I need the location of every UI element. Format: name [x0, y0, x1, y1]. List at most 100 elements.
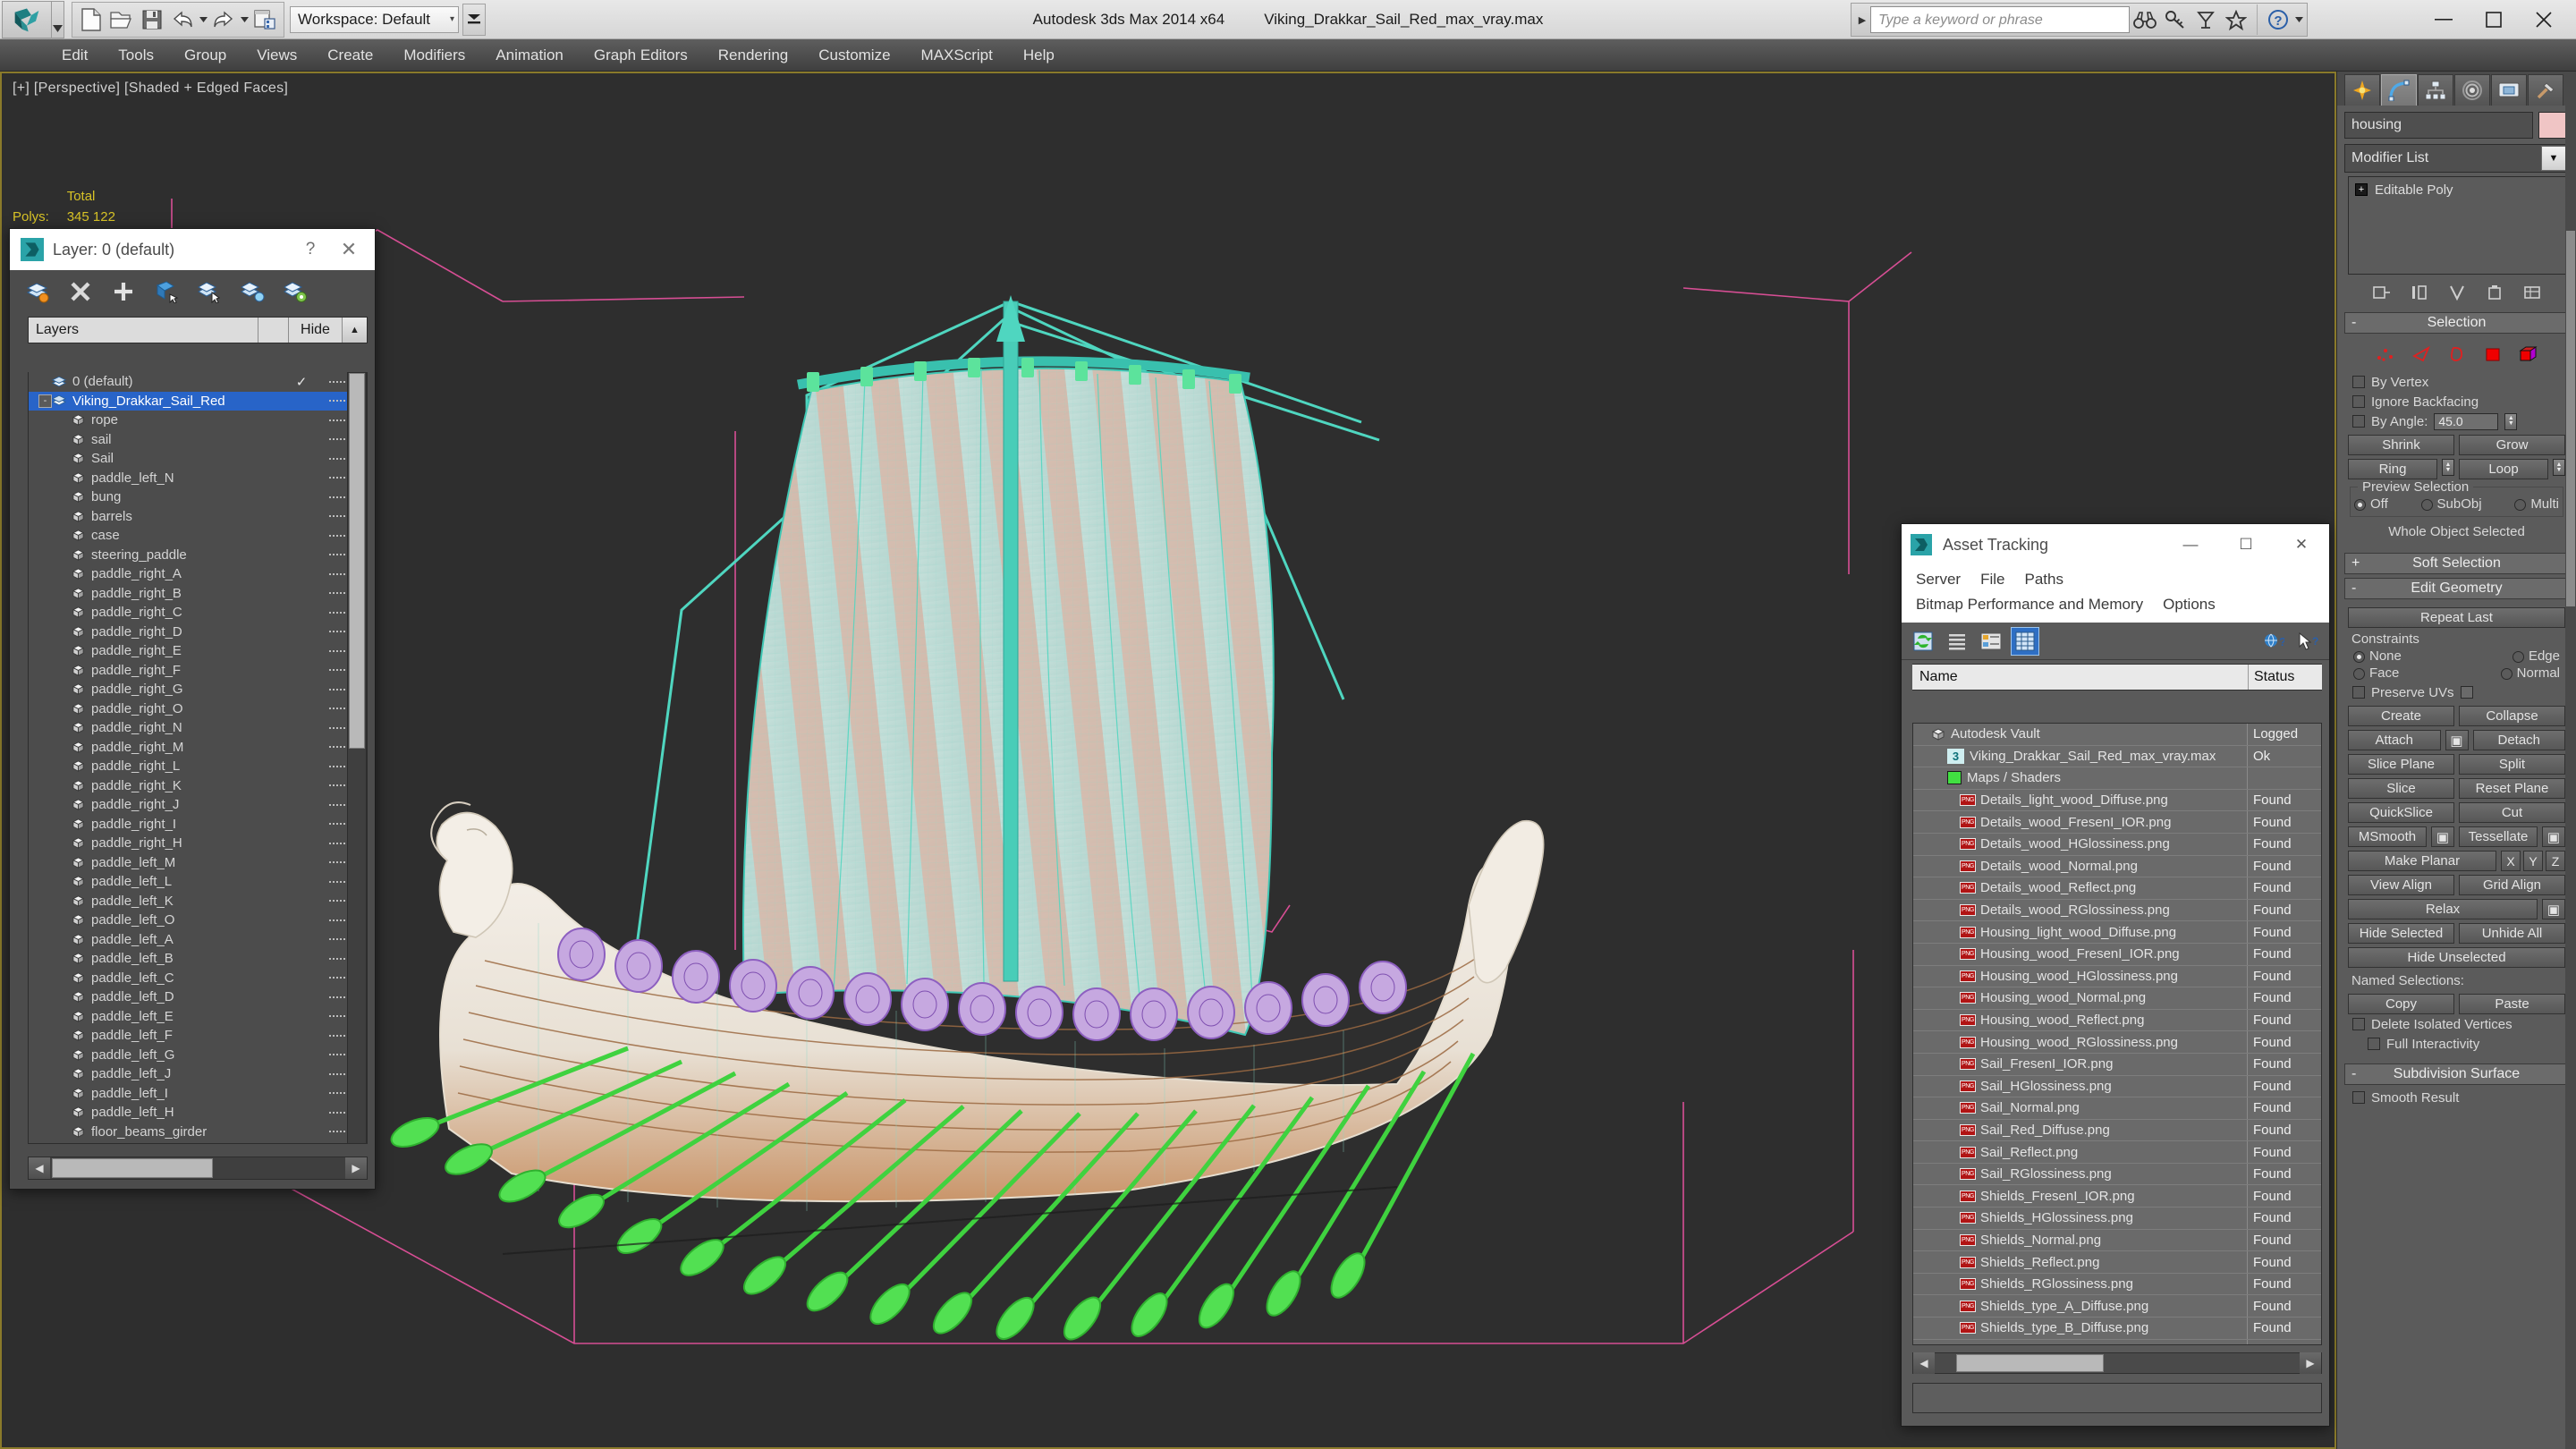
paste-button[interactable]: Paste	[2459, 994, 2565, 1014]
help-globe-icon[interactable]: ?	[2259, 627, 2288, 656]
layer-row[interactable]: paddle_right_C	[29, 603, 367, 623]
asset-row[interactable]: PNG Details_wood_RGlossiness.png Found	[1913, 899, 2321, 922]
asset-hscroll-right-icon[interactable]: ▶	[2300, 1352, 2321, 1374]
asset-row[interactable]: PNG Housing_light_wood_Diffuse.png Found	[1913, 921, 2321, 944]
layer-row[interactable]: paddle_right_D	[29, 623, 367, 642]
relax-button[interactable]: Relax	[2348, 899, 2538, 919]
asset-row[interactable]: PNG Sail_RGlossiness.png Found	[1913, 1163, 2321, 1186]
pin-stack-icon[interactable]	[2370, 281, 2394, 304]
layer-properties-icon[interactable]	[282, 278, 309, 305]
preserve-uvs-settings-icon[interactable]	[2460, 686, 2473, 699]
maximize-button[interactable]	[2469, 0, 2519, 39]
layer-row[interactable]: rope	[29, 411, 367, 430]
layer-list-vertical-scrollbar[interactable]	[347, 372, 367, 1144]
help-dropdown-caret[interactable]	[2293, 5, 2304, 34]
layer-row[interactable]: paddle_right_H	[29, 834, 367, 853]
motion-tab[interactable]	[2454, 74, 2490, 106]
menu-item-tools[interactable]: Tools	[103, 41, 169, 70]
asset-row[interactable]: PNG Details_wood_HGlossiness.png Found	[1913, 833, 2321, 856]
layer-column-hide[interactable]: Hide	[288, 318, 342, 343]
tessellate-button[interactable]: Tessellate	[2459, 826, 2538, 847]
layer-hscroll-thumb[interactable]	[52, 1158, 213, 1178]
menu-item-rendering[interactable]: Rendering	[703, 41, 803, 70]
menu-item-help[interactable]: Help	[1008, 41, 1070, 70]
asset-row[interactable]: PNG Details_wood_Normal.png Found	[1913, 855, 2321, 878]
by-vertex-row[interactable]: By Vertex	[2348, 372, 2565, 392]
asset-row[interactable]: PNG Sail_Reflect.png Found	[1913, 1141, 2321, 1164]
asset-row[interactable]: PNG Shields_FresenI_IOR.png Found	[1913, 1185, 2321, 1208]
layer-row[interactable]: steering_paddle	[29, 546, 367, 565]
expand-plus-icon[interactable]: +	[2355, 183, 2368, 196]
rollout-selection-header[interactable]: - Selection	[2344, 312, 2569, 334]
layer-row[interactable]: paddle_left_J	[29, 1064, 367, 1084]
asset-row[interactable]: PNG Sail_Red_Diffuse.png Found	[1913, 1119, 2321, 1142]
loop-spinner[interactable]: ▲ ▼	[2553, 459, 2565, 476]
layer-row[interactable]: floor_beams_girder	[29, 1123, 367, 1142]
repeat-last-button[interactable]: Repeat Last	[2348, 607, 2565, 628]
menu-item-animation[interactable]: Animation	[480, 41, 579, 70]
msmooth-button[interactable]: MSmooth	[2348, 826, 2427, 847]
by-angle-spinner[interactable]: ▲ ▼	[2504, 412, 2518, 430]
layer-row[interactable]: - Viking_Drakkar_Sail_Red	[29, 391, 367, 411]
help-icon[interactable]: ?	[2263, 4, 2293, 35]
layer-list-horizontal-scrollbar[interactable]: ◀ ▶	[28, 1157, 368, 1180]
asset-row[interactable]: PNG Sail_FresenI_IOR.png Found	[1913, 1053, 2321, 1076]
layer-expand-toggle[interactable]: -	[38, 394, 52, 408]
preview-off-radio[interactable]	[2354, 498, 2366, 511]
menu-item-graph-editors[interactable]: Graph Editors	[579, 41, 703, 70]
hide-unselected-button[interactable]: Hide Unselected	[2348, 947, 2565, 968]
asset-row[interactable]: PNG Shields_Reflect.png Found	[1913, 1251, 2321, 1274]
refresh-icon[interactable]	[1909, 627, 1937, 656]
layer-row[interactable]: bung	[29, 487, 367, 507]
menu-item-group[interactable]: Group	[169, 41, 242, 70]
context-help-icon[interactable]: ?	[2293, 627, 2322, 656]
preserve-uvs-checkbox[interactable]	[2352, 686, 2365, 699]
layer-row[interactable]: paddle_left_G	[29, 1046, 367, 1065]
select-objects-in-layer-icon[interactable]	[153, 278, 180, 305]
layer-row[interactable]: paddle_left_I	[29, 1084, 367, 1104]
slice-button[interactable]: Slice	[2348, 778, 2454, 799]
layer-row[interactable]: paddle_right_O	[29, 699, 367, 719]
hide-selected-button[interactable]: Hide Selected	[2348, 923, 2454, 944]
save-file-icon[interactable]	[137, 4, 167, 35]
reset-plane-button[interactable]: Reset Plane	[2459, 778, 2565, 799]
redo-icon[interactable]	[208, 4, 239, 35]
rollout-soft-selection-header[interactable]: + Soft Selection	[2344, 553, 2569, 574]
asset-menu-bitmap-performance[interactable]: Bitmap Performance and Memory	[1909, 592, 2156, 617]
relax-settings-icon[interactable]: ▣	[2542, 899, 2565, 919]
create-new-layer-icon[interactable]	[24, 278, 51, 305]
object-name-input[interactable]: housing	[2344, 112, 2533, 139]
constraint-face-radio[interactable]	[2353, 667, 2365, 680]
asset-tracking-dialog[interactable]: Asset Tracking — ☐ ✕ Server File Paths B…	[1901, 523, 2330, 1427]
grow-button[interactable]: Grow	[2459, 435, 2565, 455]
asset-hscroll-thumb[interactable]	[1956, 1354, 2104, 1372]
preview-subobj-radio[interactable]	[2420, 498, 2433, 511]
constraint-none-radio[interactable]	[2353, 650, 2365, 663]
asset-close-button[interactable]: ✕	[2274, 524, 2329, 565]
asset-row[interactable]: PNG Shields_type_C_Diffuse.png Found	[1913, 1339, 2321, 1344]
layer-row[interactable]: paddle_right_A	[29, 564, 367, 584]
constraint-option-face[interactable]: Face	[2353, 665, 2399, 681]
asset-maximize-button[interactable]: ☐	[2218, 524, 2274, 565]
polygon-icon[interactable]	[2481, 343, 2504, 365]
display-tab[interactable]	[2491, 74, 2527, 106]
asset-row[interactable]: PNG Details_wood_FresenI_IOR.png Found	[1913, 811, 2321, 834]
command-panel-scroll-thumb[interactable]	[2566, 231, 2575, 606]
asset-minimize-button[interactable]: —	[2163, 524, 2218, 565]
make-unique-icon[interactable]	[2445, 281, 2469, 304]
rollout-subdivision-surface-header[interactable]: - Subdivision Surface	[2344, 1063, 2569, 1085]
asset-row[interactable]: PNG Shields_RGlossiness.png Found	[1913, 1273, 2321, 1296]
asset-column-status[interactable]: Status	[2249, 665, 2322, 690]
layer-column-scroll-up-icon[interactable]: ▲	[342, 318, 367, 343]
delete-isolated-vertices-row[interactable]: Delete Isolated Vertices	[2348, 1014, 2565, 1034]
asset-row[interactable]: PNG Housing_wood_Normal.png Found	[1913, 987, 2321, 1010]
layer-row[interactable]: barrels	[29, 507, 367, 527]
detach-button[interactable]: Detach	[2472, 730, 2565, 750]
menu-item-maxscript[interactable]: MAXScript	[906, 41, 1008, 70]
asset-column-name[interactable]: Name	[1912, 665, 2249, 690]
delete-isolated-vertices-checkbox[interactable]	[2352, 1018, 2365, 1030]
asset-row[interactable]: PNG Housing_wood_RGlossiness.png Found	[1913, 1031, 2321, 1054]
layer-row[interactable]: paddle_right_E	[29, 641, 367, 661]
make-planar-button[interactable]: Make Planar	[2348, 851, 2496, 871]
view-align-button[interactable]: View Align	[2348, 875, 2454, 895]
